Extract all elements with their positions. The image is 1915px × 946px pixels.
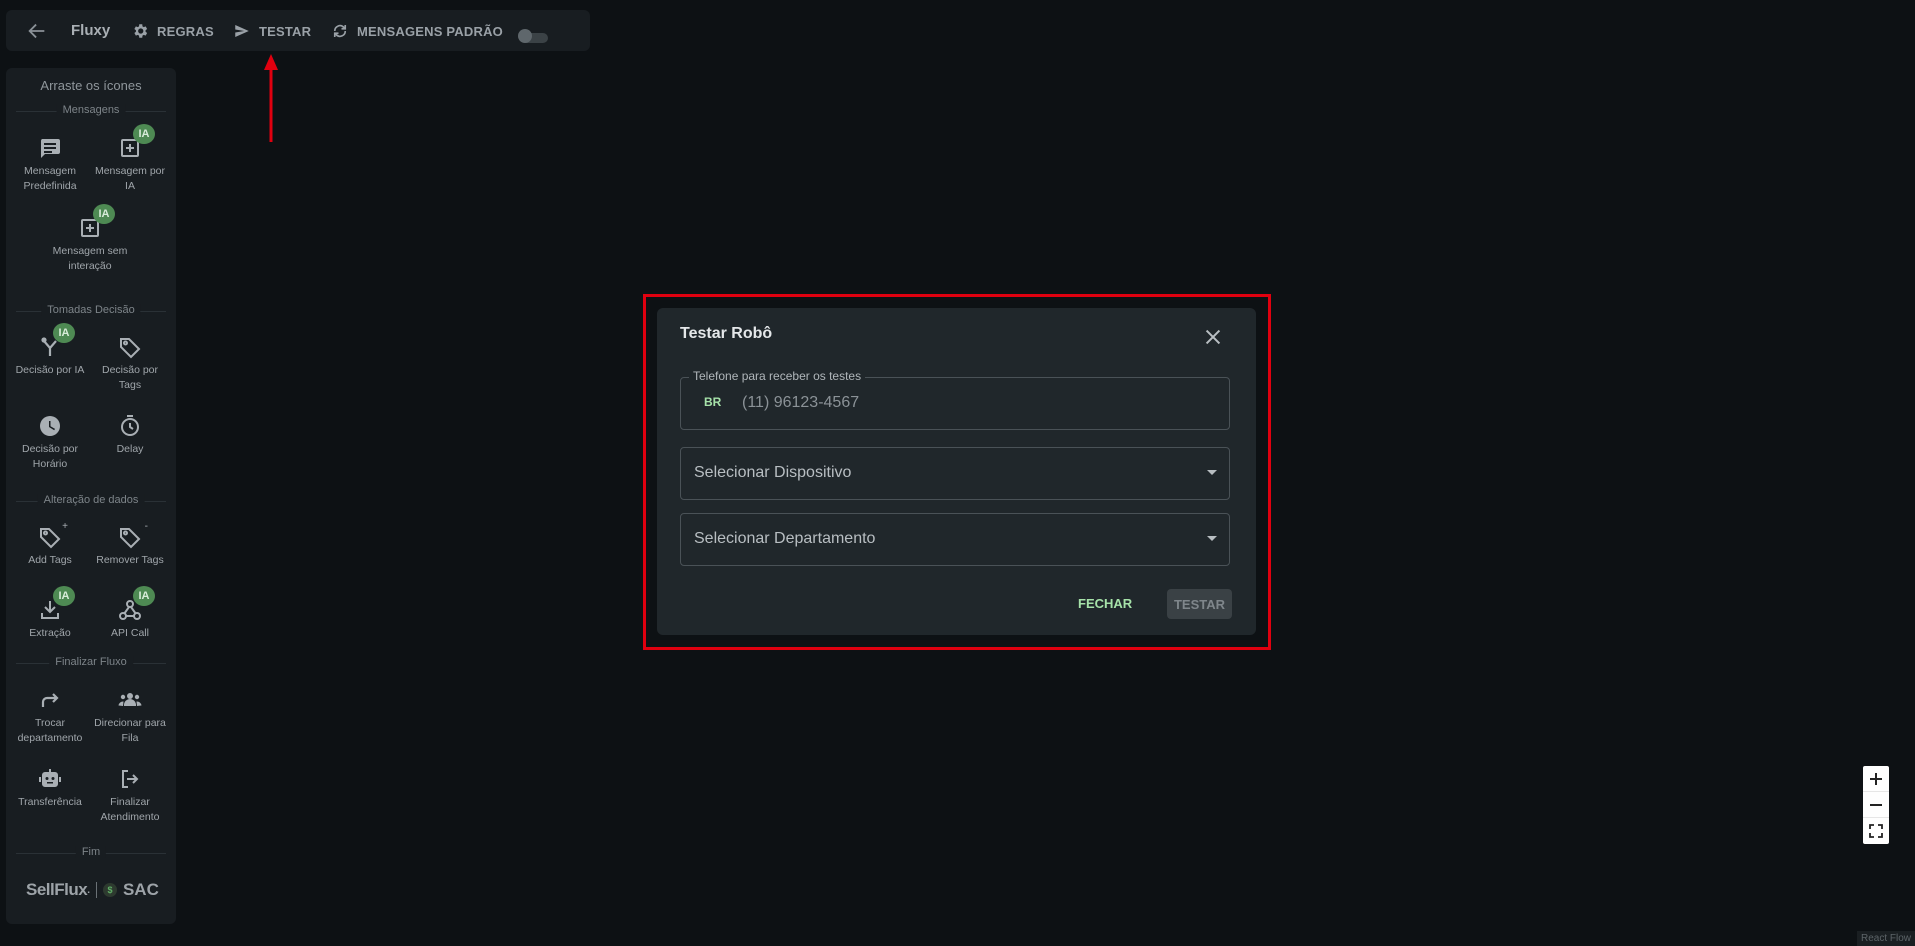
fullscreen-icon [1869, 824, 1883, 838]
plus-icon [1870, 773, 1882, 785]
country-code-selector[interactable]: BR [704, 395, 721, 409]
ia-badge: IA [53, 586, 75, 606]
dropdown-arrow-icon [1207, 470, 1217, 475]
node-remove-tags[interactable]: - Remover Tags [90, 521, 170, 568]
brand-divider [95, 882, 97, 898]
ia-badge: IA [133, 586, 155, 606]
brand-logo: SellFlux . $ SAC [26, 880, 159, 899]
rules-button[interactable]: REGRAS [131, 20, 214, 42]
dialog-title: Testar Robô [680, 325, 773, 342]
ia-badge: IA [93, 204, 115, 224]
react-flow-attribution[interactable]: React Flow [1856, 931, 1915, 946]
section-end: Fim [16, 846, 166, 860]
test-button[interactable]: TESTAR [233, 20, 311, 42]
chat-icon [38, 136, 62, 160]
default-messages-button[interactable]: MENSAGENS PADRÃO [331, 20, 503, 42]
zoom-out-button[interactable] [1863, 792, 1889, 818]
node-api-call[interactable]: IA API Call [90, 586, 170, 641]
tag-plus-icon: + [38, 521, 68, 549]
node-palette-sidebar: Arraste os ícones Mensagens Mensagem Pre… [6, 68, 176, 924]
node-transfer[interactable]: Transferência [10, 767, 90, 810]
add-box-icon: IA [118, 124, 155, 160]
red-arrow-annotation [264, 54, 278, 142]
phone-input[interactable]: (11) 96123-4567 [742, 394, 859, 412]
node-ai-decision[interactable]: IA Decisão por IA [10, 323, 90, 378]
sac-logo: SAC [122, 880, 159, 899]
top-toolbar: Fluxy REGRAS TESTAR MENSAGENS PADRÃO [6, 10, 590, 51]
fork-icon: IA [38, 323, 75, 359]
node-extraction[interactable]: IA Extração [10, 586, 90, 641]
node-predefined-message[interactable]: Mensagem Predefinida [10, 136, 90, 194]
node-time-decision[interactable]: Decisão por Horário [10, 414, 90, 472]
section-finish-flow: Finalizar Fluxo [16, 656, 166, 670]
section-data-change: Alteração de dados [16, 494, 166, 508]
ia-badge: IA [53, 323, 75, 343]
timer-icon [118, 414, 142, 438]
logout-icon [118, 767, 142, 791]
phone-field[interactable]: Telefone para receber os testes BR (11) … [680, 369, 1230, 430]
forward-arrow-icon [38, 688, 62, 712]
dropdown-arrow-icon [1207, 536, 1217, 541]
tag-minus-icon: - [118, 521, 148, 549]
test-label: TESTAR [259, 23, 312, 39]
node-ai-message[interactable]: IA Mensagem por IA [90, 124, 170, 194]
robot-icon [38, 767, 62, 791]
node-tag-decision[interactable]: Decisão por Tags [90, 335, 170, 393]
submit-test-button[interactable]: TESTAR [1167, 589, 1232, 619]
phone-field-label: Telefone para receber os testes [689, 369, 866, 383]
section-messages: Mensagens [16, 104, 166, 118]
device-select-value: Selecionar Dispositivo [694, 464, 852, 481]
department-select-value: Selecionar Departamento [694, 530, 876, 547]
node-change-department[interactable]: Trocar departamento [10, 688, 90, 746]
zoom-in-button[interactable] [1863, 766, 1889, 792]
download-tray-icon: IA [38, 586, 75, 622]
minus-icon [1870, 804, 1882, 806]
node-no-interaction-message[interactable]: IA Mensagem sem interação [50, 204, 130, 274]
fit-view-button[interactable] [1863, 818, 1889, 844]
group-icon [118, 688, 142, 712]
node-send-to-queue[interactable]: Direcionar para Fila [90, 688, 170, 746]
zoom-controls [1863, 766, 1889, 844]
node-delay[interactable]: Delay [90, 414, 170, 457]
sellflux-logo: SellFlux [26, 880, 88, 899]
toggle-switch[interactable] [518, 29, 552, 45]
ia-badge: IA [133, 124, 155, 144]
device-select[interactable]: Selecionar Dispositivo [680, 447, 1230, 500]
default-messages-label: MENSAGENS PADRÃO [357, 23, 503, 39]
gear-icon [131, 22, 149, 40]
webhook-icon: IA [118, 586, 155, 622]
toggle-knob [518, 29, 532, 43]
rules-label: REGRAS [157, 23, 214, 39]
node-add-tags[interactable]: + Add Tags [10, 521, 90, 568]
test-robot-dialog: Testar Robô Telefone para receber os tes… [657, 308, 1256, 635]
sidebar-heading: Arraste os ícones [40, 78, 142, 93]
back-arrow-icon[interactable] [26, 20, 48, 42]
section-decisions: Tomadas Decisão [16, 304, 166, 318]
tag-icon [118, 335, 142, 359]
send-icon [233, 22, 251, 40]
money-icon: $ [102, 883, 117, 897]
close-icon[interactable] [1202, 326, 1224, 348]
clock-icon [38, 414, 62, 438]
flow-title: Fluxy [71, 22, 111, 39]
add-box-icon: IA [78, 204, 115, 240]
sync-icon [331, 22, 349, 40]
department-select[interactable]: Selecionar Departamento [680, 513, 1230, 566]
node-finish-service[interactable]: Finalizar Atendimento [90, 767, 170, 825]
close-button[interactable]: FECHAR [1078, 596, 1132, 611]
